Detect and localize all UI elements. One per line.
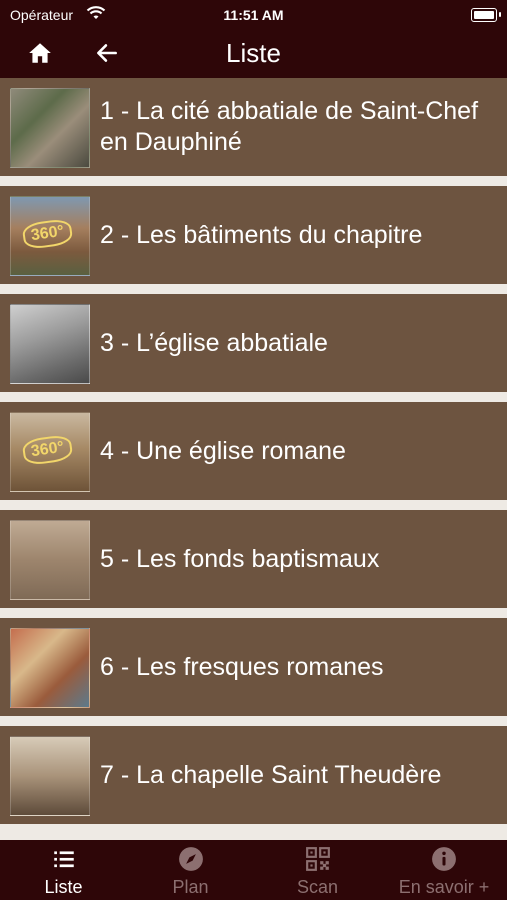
tab-en-savoir-plus[interactable]: En savoir +	[381, 840, 507, 900]
village-thumbnail	[10, 88, 90, 168]
360-badge-icon: 360°	[21, 433, 74, 467]
list-item-label: 3 - L’église abbatiale	[100, 328, 328, 357]
list-icon	[53, 851, 74, 868]
list-item-label: 5 - Les fonds baptismaux	[100, 544, 380, 573]
tab-plan[interactable]: Plan	[127, 840, 254, 900]
battery-tip	[499, 12, 501, 17]
baptismal-font-thumbnail	[10, 520, 90, 600]
fresco-thumbnail	[10, 628, 90, 708]
info-icon	[432, 847, 456, 871]
church-thumbnail	[10, 304, 90, 384]
list-item-3[interactable]: 3 - L’église abbatiale	[0, 294, 507, 392]
qr-code-icon	[305, 847, 330, 871]
list-item-1[interactable]: 1 - La cité abbatiale de Saint-Chef en D…	[0, 78, 507, 176]
list-item-4[interactable]: 360° 4 - Une église romane	[0, 402, 507, 500]
buildings-thumbnail: 360°	[10, 196, 90, 276]
list-item-7[interactable]: 7 - La chapelle Saint Theudère	[0, 726, 507, 824]
status-time: 11:51 AM	[223, 7, 284, 23]
nav-bar: Liste	[0, 30, 507, 78]
nave-thumbnail: 360°	[10, 412, 90, 492]
page-title: Liste	[226, 38, 281, 68]
list-item-2[interactable]: 360° 2 - Les bâtiments du chapitre	[0, 186, 507, 284]
list-item-label: 1 - La cité abbatiale de Saint-Chef en D…	[100, 97, 479, 156]
status-bar: Opérateur 11:51 AM	[0, 0, 507, 30]
tab-scan[interactable]: Scan	[254, 840, 381, 900]
list-item-label: 7 - La chapelle Saint Theudère	[100, 760, 442, 789]
battery-icon	[471, 8, 497, 22]
list-view[interactable]: 1 - La cité abbatiale de Saint-Chef en D…	[0, 78, 507, 840]
tab-bar: Liste Plan Scan En savoir +	[0, 840, 507, 900]
chapel-thumbnail	[10, 736, 90, 816]
tab-label: Scan	[296, 877, 339, 897]
list-item-label: 4 - Une église romane	[100, 436, 346, 465]
360-badge-icon: 360°	[21, 217, 74, 251]
tab-label: En savoir +	[398, 877, 490, 897]
compass-icon	[178, 847, 203, 871]
list-item-label: 6 - Les fresques romanes	[100, 652, 384, 681]
list-item-6[interactable]: 6 - Les fresques romanes	[0, 618, 507, 716]
tab-label: Plan	[172, 877, 209, 897]
list-item-5[interactable]: 5 - Les fonds baptismaux	[0, 510, 507, 608]
tab-liste[interactable]: Liste	[0, 840, 127, 900]
list-item-label: 2 - Les bâtiments du chapitre	[100, 220, 423, 249]
tab-label: Liste	[44, 877, 83, 897]
